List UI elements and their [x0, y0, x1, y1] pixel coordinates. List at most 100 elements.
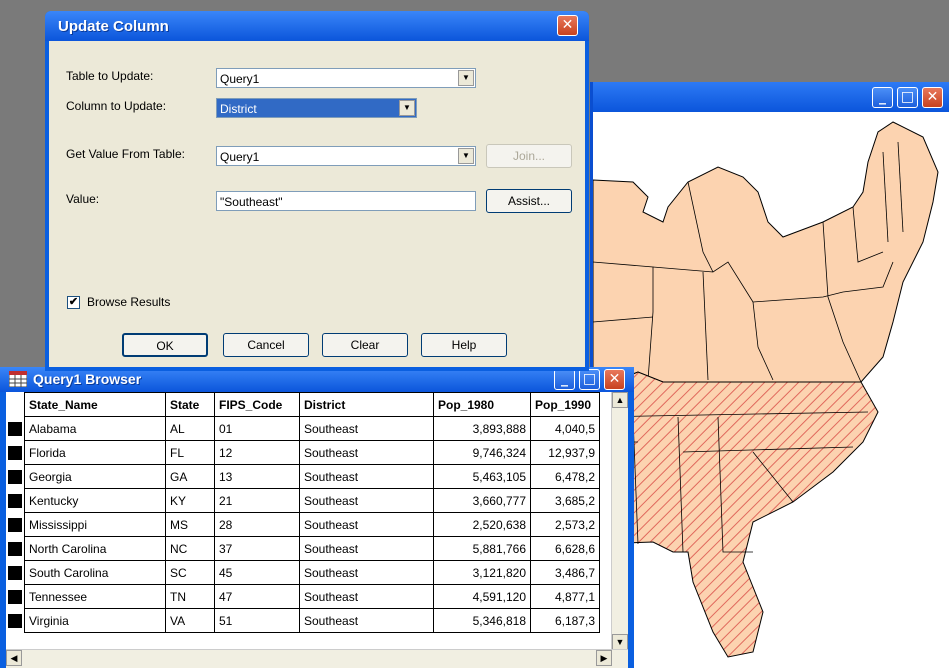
cell-state-name[interactable]: Mississippi: [24, 512, 166, 537]
dialog-titlebar[interactable]: Update Column ✕: [45, 11, 589, 41]
minimize-icon[interactable]: _: [872, 87, 893, 108]
cell-state[interactable]: NC: [165, 536, 215, 561]
column-header[interactable]: District: [299, 392, 434, 417]
cell-fips[interactable]: 12: [214, 440, 300, 465]
close-icon[interactable]: ✕: [922, 87, 943, 108]
table-row[interactable]: North Carolina NC 37 Southeast 5,881,766…: [6, 536, 600, 561]
cell-fips[interactable]: 47: [214, 584, 300, 609]
cell-fips[interactable]: 28: [214, 512, 300, 537]
table-to-update-dropdown[interactable]: Query1 ▼: [216, 68, 476, 88]
cell-fips[interactable]: 01: [214, 416, 300, 441]
row-selector[interactable]: [6, 489, 25, 513]
join-button[interactable]: Join...: [486, 144, 572, 168]
cell-state-name[interactable]: Alabama: [24, 416, 166, 441]
cell-pop-1980[interactable]: 9,746,324: [433, 440, 531, 465]
cell-district[interactable]: Southeast: [299, 416, 434, 441]
table-row[interactable]: Mississippi MS 28 Southeast 2,520,638 2,…: [6, 512, 600, 537]
row-selector[interactable]: [6, 417, 25, 441]
vertical-scrollbar[interactable]: ▲ ▼: [611, 392, 628, 650]
table-row[interactable]: Alabama AL 01 Southeast 3,893,888 4,040,…: [6, 416, 600, 441]
cell-fips[interactable]: 21: [214, 488, 300, 513]
cancel-button[interactable]: Cancel: [223, 333, 309, 357]
column-header[interactable]: State_Name: [24, 392, 166, 417]
cell-pop-1990[interactable]: 4,040,5: [530, 416, 600, 441]
cell-pop-1990[interactable]: 2,573,2: [530, 512, 600, 537]
row-selector-header[interactable]: [6, 393, 25, 417]
chevron-down-icon[interactable]: ▼: [458, 148, 474, 164]
close-icon[interactable]: ✕: [604, 369, 625, 390]
cell-pop-1990[interactable]: 3,685,2: [530, 488, 600, 513]
cell-state[interactable]: KY: [165, 488, 215, 513]
cell-state[interactable]: VA: [165, 608, 215, 633]
cell-state[interactable]: SC: [165, 560, 215, 585]
cell-pop-1990[interactable]: 3,486,7: [530, 560, 600, 585]
scroll-up-icon[interactable]: ▲: [612, 392, 628, 408]
cell-district[interactable]: Southeast: [299, 440, 434, 465]
row-selector[interactable]: [6, 561, 25, 585]
ok-button[interactable]: OK: [122, 333, 208, 357]
table-row[interactable]: Florida FL 12 Southeast 9,746,324 12,937…: [6, 440, 600, 465]
close-icon[interactable]: ✕: [557, 15, 578, 36]
cell-pop-1980[interactable]: 3,893,888: [433, 416, 531, 441]
cell-state[interactable]: FL: [165, 440, 215, 465]
clear-button[interactable]: Clear: [322, 333, 408, 357]
cell-pop-1980[interactable]: 3,121,820: [433, 560, 531, 585]
column-header[interactable]: State: [165, 392, 215, 417]
cell-pop-1990[interactable]: 6,628,6: [530, 536, 600, 561]
column-header[interactable]: Pop_1990: [530, 392, 600, 417]
help-button[interactable]: Help: [421, 333, 507, 357]
cell-pop-1980[interactable]: 4,591,120: [433, 584, 531, 609]
scroll-down-icon[interactable]: ▼: [612, 634, 628, 650]
minimize-icon[interactable]: _: [554, 369, 575, 390]
cell-state-name[interactable]: Georgia: [24, 464, 166, 489]
cell-state[interactable]: AL: [165, 416, 215, 441]
cell-fips[interactable]: 51: [214, 608, 300, 633]
table-row[interactable]: Georgia GA 13 Southeast 5,463,105 6,478,…: [6, 464, 600, 489]
scroll-right-icon[interactable]: ▶: [596, 650, 612, 666]
cell-pop-1990[interactable]: 12,937,9: [530, 440, 600, 465]
cell-district[interactable]: Southeast: [299, 464, 434, 489]
map-canvas[interactable]: [593, 112, 949, 668]
column-header[interactable]: FIPS_Code: [214, 392, 300, 417]
cell-state[interactable]: TN: [165, 584, 215, 609]
cell-state-name[interactable]: Tennessee: [24, 584, 166, 609]
map-titlebar[interactable]: _ □ ✕: [593, 82, 949, 112]
column-header[interactable]: Pop_1980: [433, 392, 531, 417]
browse-results-checkbox[interactable]: ✔: [67, 296, 80, 309]
maximize-icon[interactable]: □: [897, 87, 918, 108]
cell-state-name[interactable]: Virginia: [24, 608, 166, 633]
row-selector[interactable]: [6, 441, 25, 465]
cell-pop-1980[interactable]: 5,881,766: [433, 536, 531, 561]
row-selector[interactable]: [6, 465, 25, 489]
cell-pop-1990[interactable]: 4,877,1: [530, 584, 600, 609]
value-field[interactable]: "Southeast": [216, 191, 476, 211]
cell-pop-1980[interactable]: 3,660,777: [433, 488, 531, 513]
cell-district[interactable]: Southeast: [299, 584, 434, 609]
assist-button[interactable]: Assist...: [486, 189, 572, 213]
row-selector[interactable]: [6, 537, 25, 561]
cell-district[interactable]: Southeast: [299, 560, 434, 585]
cell-pop-1980[interactable]: 2,520,638: [433, 512, 531, 537]
cell-district[interactable]: Southeast: [299, 512, 434, 537]
row-selector[interactable]: [6, 513, 25, 537]
scroll-left-icon[interactable]: ◀: [6, 650, 22, 666]
cell-district[interactable]: Southeast: [299, 608, 434, 633]
table-row[interactable]: Tennessee TN 47 Southeast 4,591,120 4,87…: [6, 584, 600, 609]
cell-pop-1990[interactable]: 6,187,3: [530, 608, 600, 633]
cell-fips[interactable]: 45: [214, 560, 300, 585]
cell-state[interactable]: GA: [165, 464, 215, 489]
cell-pop-1980[interactable]: 5,463,105: [433, 464, 531, 489]
table-row[interactable]: South Carolina SC 45 Southeast 3,121,820…: [6, 560, 600, 585]
cell-district[interactable]: Southeast: [299, 536, 434, 561]
table-row[interactable]: Virginia VA 51 Southeast 5,346,818 6,187…: [6, 608, 600, 633]
source-table-dropdown[interactable]: Query1 ▼: [216, 146, 476, 166]
cell-state-name[interactable]: Florida: [24, 440, 166, 465]
row-selector[interactable]: [6, 609, 25, 633]
cell-fips[interactable]: 13: [214, 464, 300, 489]
cell-district[interactable]: Southeast: [299, 488, 434, 513]
chevron-down-icon[interactable]: ▼: [399, 100, 415, 116]
cell-state-name[interactable]: South Carolina: [24, 560, 166, 585]
row-selector[interactable]: [6, 585, 25, 609]
column-to-update-dropdown[interactable]: District ▼: [216, 98, 417, 118]
maximize-icon[interactable]: □: [579, 369, 600, 390]
